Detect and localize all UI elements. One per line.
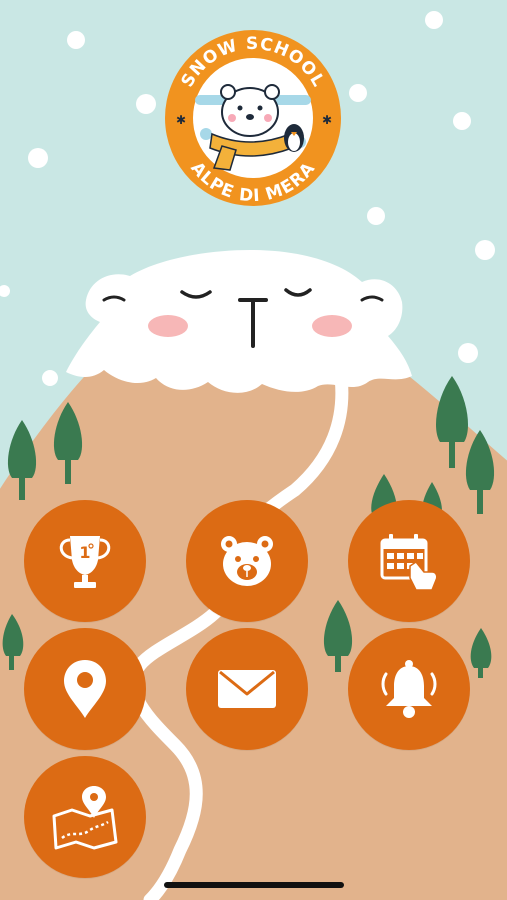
- contact-button[interactable]: [186, 628, 308, 750]
- kids-area-button[interactable]: [186, 500, 308, 622]
- bear-icon: [221, 536, 273, 586]
- trail-map-button[interactable]: [24, 756, 146, 878]
- calendar-booking-icon: [380, 534, 438, 591]
- home-indicator[interactable]: [164, 882, 344, 888]
- trail-map-icon: [52, 786, 118, 850]
- location-button[interactable]: [24, 628, 146, 750]
- results-button[interactable]: 1: [24, 500, 146, 622]
- notifications-button[interactable]: [348, 628, 470, 750]
- booking-button[interactable]: [348, 500, 470, 622]
- map-pin-icon: [64, 660, 106, 718]
- svg-text:✱: ✱: [176, 113, 186, 127]
- trophy-icon: 1: [59, 536, 111, 588]
- home-screen: ✱ ✱ SNOW SCHOOL ALPE DI MERA 1: [0, 0, 507, 900]
- bell-icon: [381, 660, 437, 718]
- svg-text:✱: ✱: [322, 113, 332, 127]
- mail-icon: [218, 670, 276, 708]
- snow-school-logo: ✱ ✱ SNOW SCHOOL ALPE DI MERA: [165, 30, 341, 206]
